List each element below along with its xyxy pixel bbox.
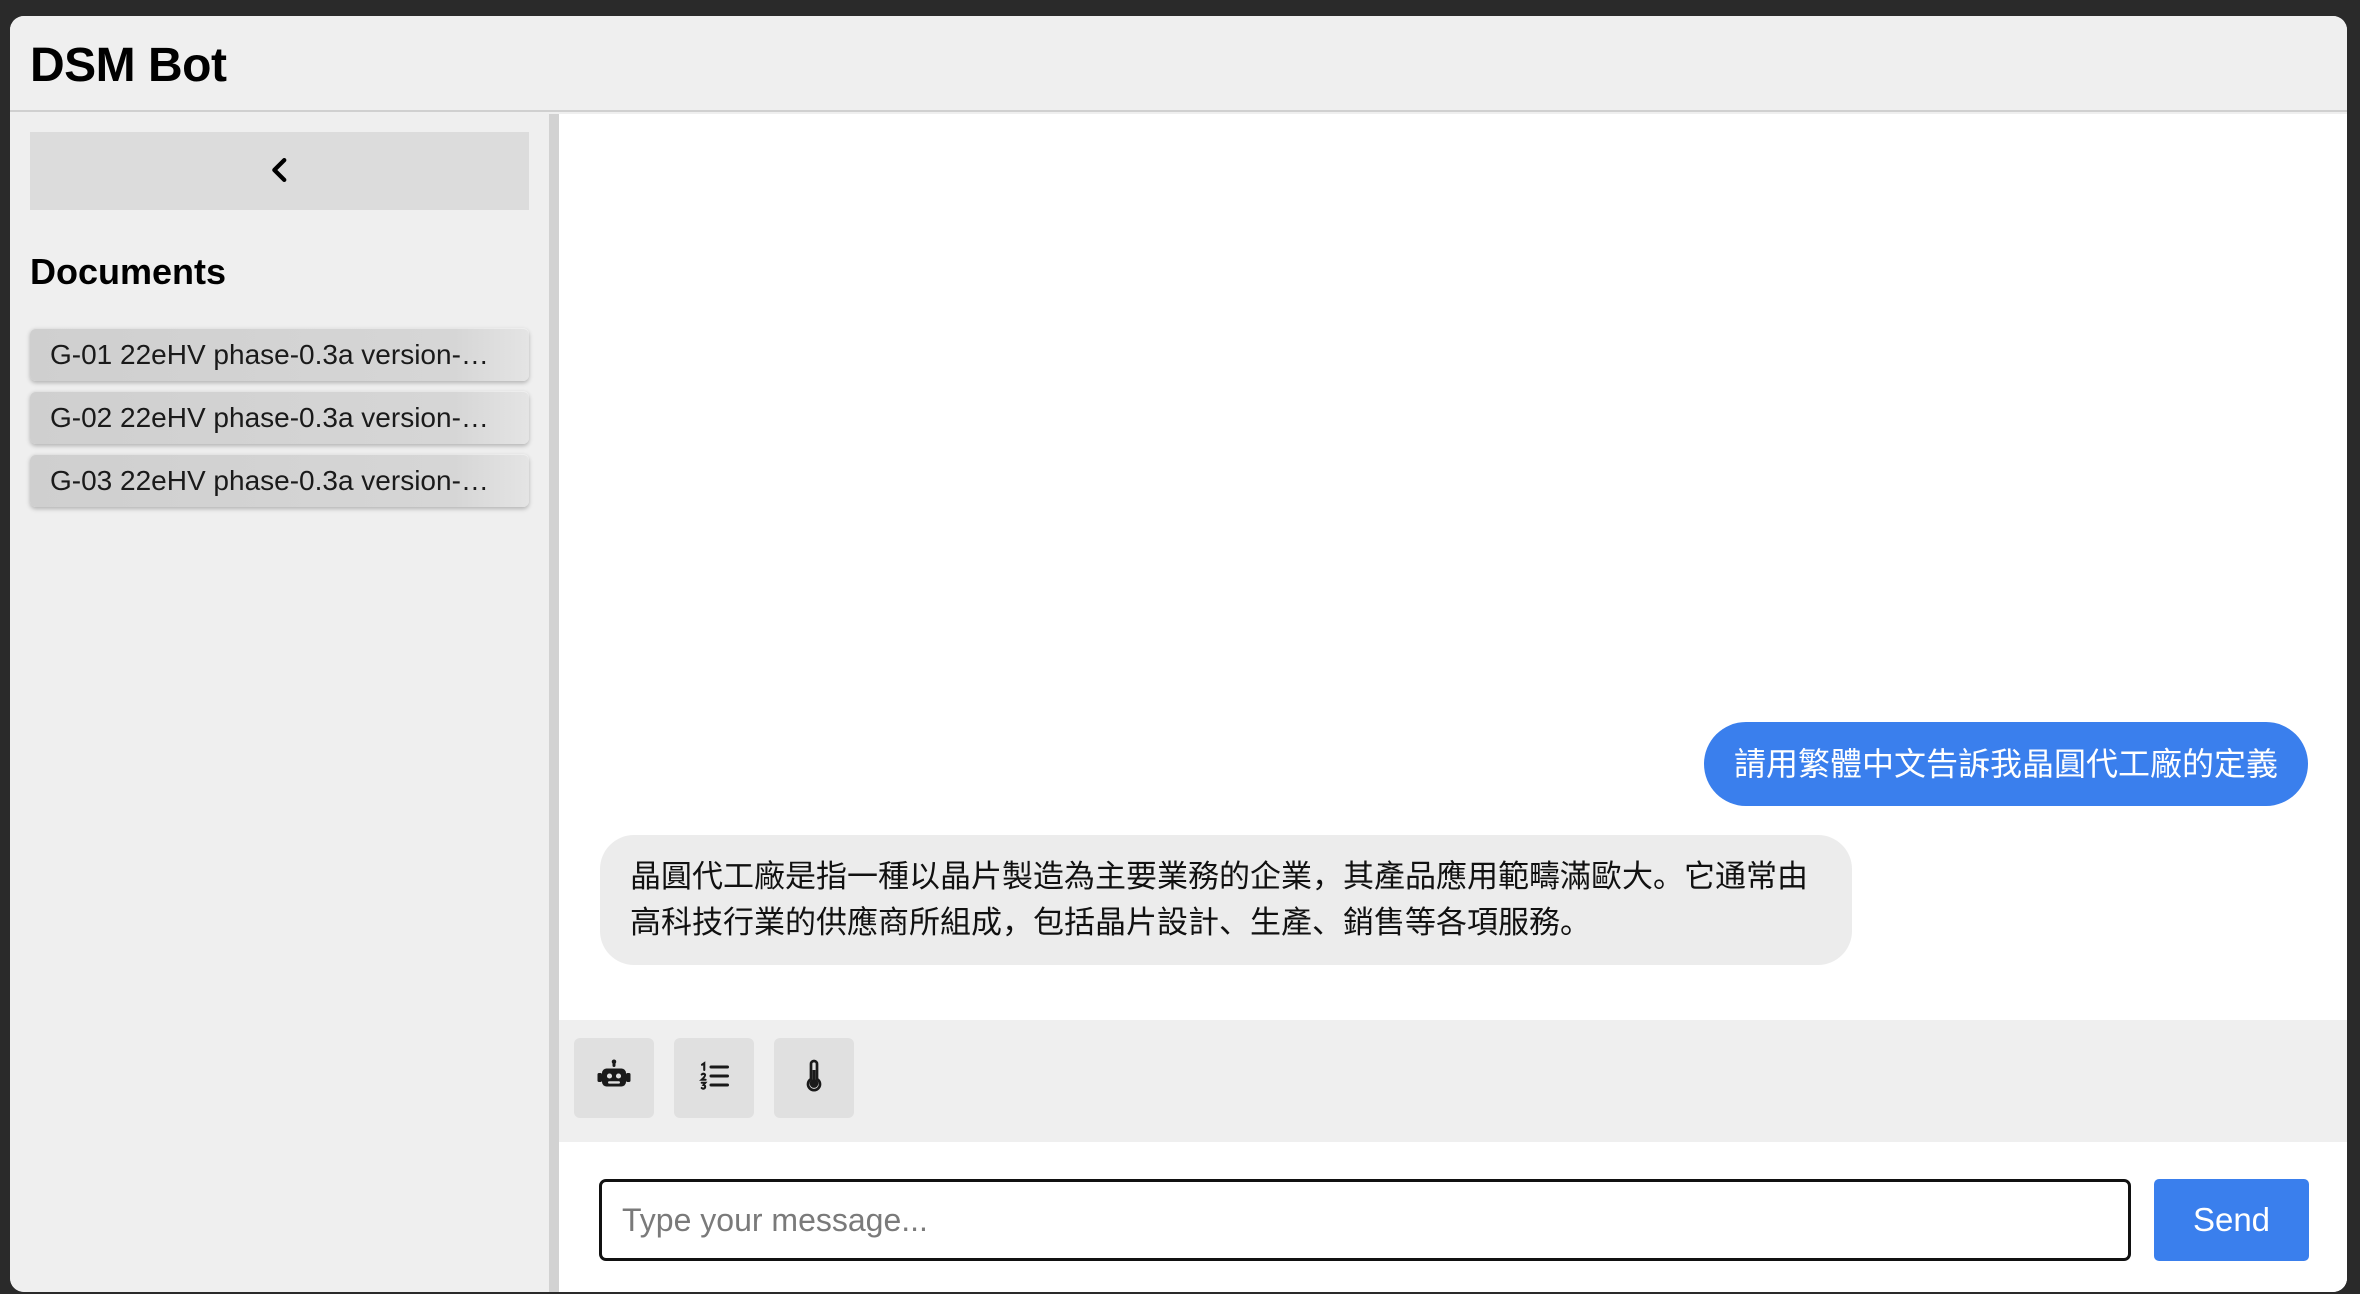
document-item[interactable]: G-02 22eHV phase-0.3a version-… — [30, 391, 529, 444]
collapse-sidebar-button[interactable] — [30, 132, 529, 210]
chat-panel: 請用繁體中文告訴我晶圓代工廠的定義 晶圓代工廠是指一種以晶片製造為主要業務的企業… — [559, 114, 2347, 1292]
documents-list: G-01 22eHV phase-0.3a version-… G-02 22e… — [30, 328, 529, 517]
bot-message-bubble: 晶圓代工廠是指一種以晶片製造為主要業務的企業，其產品應用範疇滿歐大。它通常由高科… — [600, 835, 1852, 965]
app-header: DSM Bot — [10, 16, 2347, 112]
document-item[interactable]: G-01 22eHV phase-0.3a version-… — [30, 328, 529, 381]
sidebar: Documents G-01 22eHV phase-0.3a version-… — [10, 114, 549, 1292]
app-window: DSM Bot Documents G-01 22eHV phase-0.3a … — [10, 16, 2347, 1292]
user-message-bubble: 請用繁體中文告訴我晶圓代工廠的定義 — [1703, 722, 2308, 806]
bot-settings-button[interactable] — [574, 1038, 654, 1118]
app-title: DSM Bot — [30, 39, 227, 92]
sidebar-resize-handle[interactable] — [549, 114, 559, 1292]
chevron-left-icon — [263, 153, 297, 190]
thermometer-icon — [796, 1058, 832, 1099]
documents-heading: Documents — [30, 251, 227, 292]
list-options-button[interactable] — [674, 1038, 754, 1118]
send-button[interactable]: Send — [2154, 1179, 2309, 1261]
message-list: 請用繁體中文告訴我晶圓代工廠的定義 晶圓代工廠是指一種以晶片製造為主要業務的企業… — [559, 114, 2347, 1020]
temperature-button[interactable] — [774, 1038, 854, 1118]
robot-icon — [596, 1058, 632, 1099]
numbered-list-icon — [696, 1058, 732, 1099]
document-item[interactable]: G-03 22eHV phase-0.3a version-… — [30, 454, 529, 507]
message-input[interactable] — [599, 1179, 2131, 1261]
composer: Send — [559, 1142, 2347, 1292]
chat-toolbar — [559, 1020, 2347, 1142]
